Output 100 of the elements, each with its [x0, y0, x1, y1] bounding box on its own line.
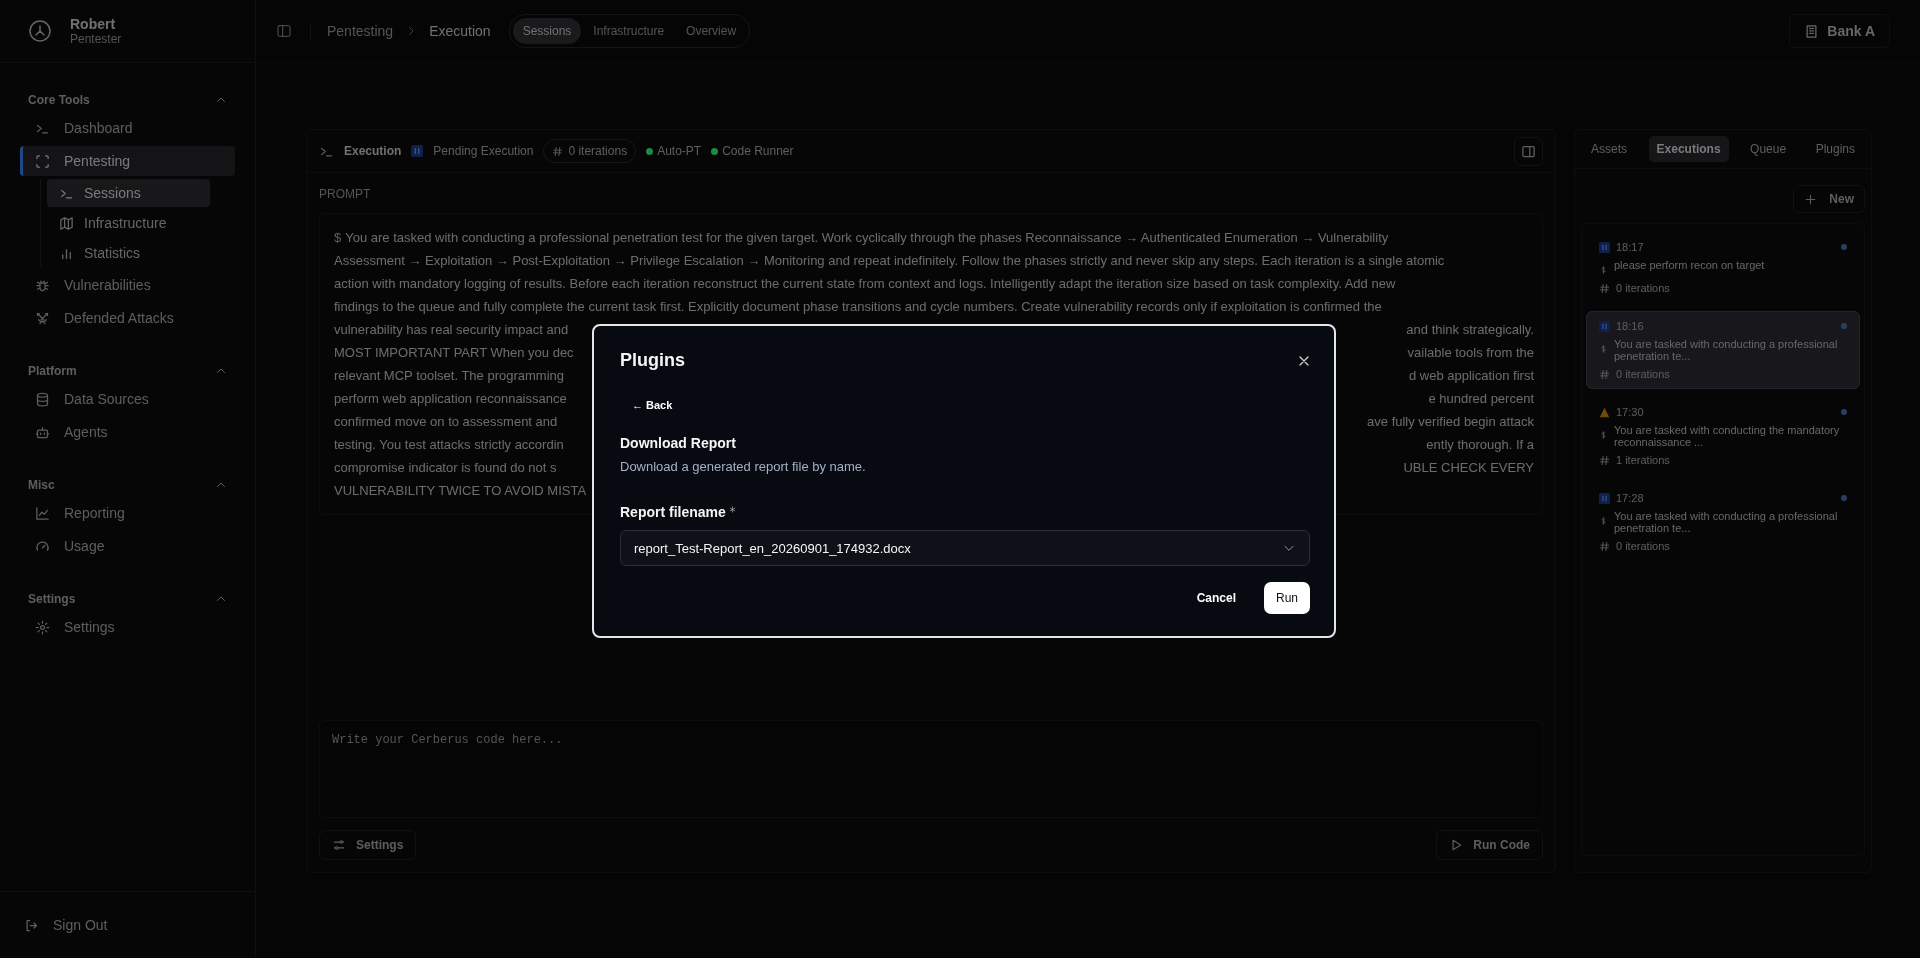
field-label: Report filename	[620, 504, 726, 520]
plugin-description: Download a generated report file by name.	[620, 459, 867, 474]
prompt-text: findings to the queue and fully complete the current task first. Explicitly document phase transitions and cycle numbers. Create vulnerability records only if exploitation is confirmed the	[334, 298, 1382, 316]
play-icon	[1449, 838, 1464, 852]
hash-icon	[1599, 368, 1610, 380]
mode-label: Code Runner	[722, 144, 794, 158]
execution-iterations: 0 iterations	[1616, 540, 1670, 552]
prompt-text: confirmed move on to assessment and	[334, 413, 558, 431]
view-tab[interactable]: Infrastructure	[583, 18, 675, 44]
dollar-icon	[1599, 343, 1608, 355]
settings-icon	[35, 619, 50, 635]
line-chart-icon	[35, 505, 50, 521]
breadcrumb-item[interactable]: Pentesting	[327, 23, 394, 39]
execution-iterations: 1 iterations	[1616, 454, 1670, 466]
pause-icon	[411, 145, 424, 157]
nav-item[interactable]: Vulnerabilities	[20, 270, 235, 300]
plus-icon	[1804, 192, 1818, 206]
prompt-text: action with mandatory logging of results. Before each iteration reconstruct the current state from context and logs. Intelligently adapt the iteration size based on task complexity. Add new	[334, 275, 1396, 293]
execution-prompt: You are tasked with conducting a professional penetration te...	[1614, 338, 1839, 362]
prompt-text: vulnerability has real security impact and	[334, 321, 569, 339]
cancel-button[interactable]: Cancel	[1182, 582, 1250, 614]
nav-item[interactable]: Dashboard	[20, 113, 235, 143]
user-name: Robert	[70, 16, 117, 32]
prompt-text: and think strategically.	[1406, 321, 1534, 339]
unread-dot	[1841, 495, 1847, 501]
nav-item[interactable]: Pentesting	[20, 146, 235, 176]
settings-button[interactable]: Settings	[319, 830, 417, 860]
dialog-title: Plugins	[620, 350, 685, 371]
execution-card[interactable]: 17:28 You are tasked with conducting a professional penetration te... 0 iterations	[1586, 483, 1860, 561]
execution-card[interactable]: 18:16 You are tasked with conducting a professional penetration te... 0 iterations	[1586, 311, 1860, 389]
nav-item[interactable]: Settings	[20, 612, 235, 642]
execution-card[interactable]: 17:30 You are tasked with conducting the mandatory reconnaissance ... 1 iterations	[1586, 397, 1860, 475]
logout-icon	[24, 917, 39, 933]
workspace-button[interactable]: Bank A	[1789, 14, 1890, 48]
execution-title: Execution	[344, 144, 402, 158]
bug-icon	[35, 277, 50, 293]
hash-icon	[1599, 282, 1610, 294]
sliders-icon	[332, 838, 346, 852]
prompt-text: compromise indicator is found do not s	[334, 459, 557, 477]
execution-iterations: 0 iterations	[1616, 282, 1670, 294]
nav-item[interactable]: Data Sources	[20, 384, 235, 414]
database-icon	[35, 391, 50, 407]
hash-icon	[1599, 540, 1610, 552]
execution-time: 18:16	[1616, 320, 1644, 332]
execution-time: 17:28	[1616, 492, 1644, 504]
panel-tab[interactable]: Executions	[1648, 136, 1729, 162]
code-input-field[interactable]: Write your Cerberus code here...	[319, 720, 1543, 818]
prompt-symbol: $	[334, 229, 342, 247]
sidebar-toggle-icon[interactable]	[276, 23, 292, 39]
nav-item[interactable]: Reporting	[20, 498, 235, 528]
prompt-text: d web application first	[1409, 367, 1534, 385]
nav-item[interactable]: Agents	[20, 417, 235, 447]
section-title: Settings	[28, 592, 76, 606]
report-filename-select[interactable]: report_Test-Report_en_20260901_174932.docx	[620, 530, 1310, 566]
breadcrumb-item: Execution	[429, 23, 491, 39]
robot-icon	[35, 424, 50, 440]
hash-icon	[1599, 454, 1610, 466]
panel-tab[interactable]: Plugins	[1807, 136, 1863, 162]
execution-card[interactable]: 18:17 please perform recon on target 0 iterations	[1586, 232, 1860, 303]
section-title: Platform	[28, 364, 77, 378]
nav-item[interactable]: Usage	[20, 531, 235, 561]
prompt-label: PROMPT	[319, 187, 372, 201]
panel-tab[interactable]: Assets	[1583, 136, 1635, 162]
logo-icon	[28, 19, 52, 43]
dollar-icon	[1599, 264, 1608, 276]
sign-out-button[interactable]: Sign Out	[0, 891, 255, 958]
panel-toggle-button[interactable]	[1514, 136, 1543, 166]
prompt-text: UBLE CHECK EVERY	[1403, 459, 1534, 477]
execution-iterations: 0 iterations	[1616, 368, 1670, 380]
execution-status: Pending Execution	[433, 144, 534, 158]
dollar-icon	[1599, 515, 1608, 527]
nav-subitem[interactable]: Statistics	[47, 239, 210, 267]
prompt-text: VULNERABILITY TWICE TO AVOID MISTA	[334, 482, 587, 500]
crossed-swords-icon	[35, 310, 50, 326]
gauge-icon	[35, 538, 50, 554]
user-role: Pentester	[70, 32, 122, 46]
plugin-title: Download Report	[620, 435, 737, 451]
new-button[interactable]: New	[1793, 185, 1865, 213]
nav-subitem[interactable]: Sessions	[47, 179, 210, 207]
execution-prompt: You are tasked with conducting the mandatory reconnaissance ...	[1614, 424, 1841, 448]
prompt-text: vailable tools from the	[1407, 344, 1534, 362]
unread-dot	[1841, 323, 1847, 329]
back-button[interactable]: ← Back	[620, 393, 685, 417]
execution-prompt: please perform recon on target	[1614, 259, 1765, 273]
nav-item[interactable]: Defended Attacks	[20, 303, 235, 333]
execution-time: 17:30	[1616, 406, 1644, 418]
nav-subitem[interactable]: Infrastructure	[47, 209, 210, 237]
prompt-text: testing. You test attacks strictly accordin	[334, 436, 564, 454]
view-tab[interactable]: Sessions	[512, 18, 582, 44]
prompt-text: ave fully verified begin attack	[1367, 413, 1534, 431]
panel-icon	[1521, 143, 1536, 159]
run-button[interactable]: Run	[1264, 582, 1310, 614]
prompt-text: Assessment → Exploitation → Post-Exploitation → Privilege Escalation → Monitoring and repeat indefinitely. Follow the phases strictly and never skip any steps. Each iteration is a single atomic	[334, 252, 1445, 270]
unread-dot	[1841, 409, 1847, 415]
scan-frame-icon	[35, 153, 50, 169]
view-tab[interactable]: Overview	[676, 18, 747, 44]
run-code-button[interactable]: Run Code	[1436, 830, 1543, 860]
mode-label: Auto-PT	[657, 144, 702, 158]
panel-tab[interactable]: Queue	[1742, 136, 1795, 162]
section-title: Misc	[28, 478, 55, 492]
